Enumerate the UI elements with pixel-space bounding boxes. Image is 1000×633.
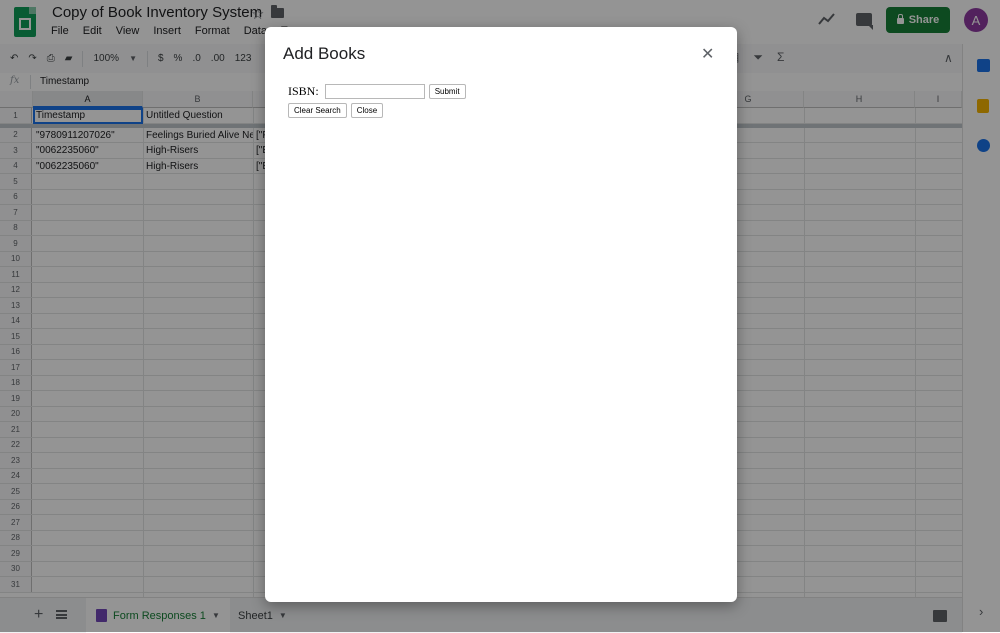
dialog-title: Add Books xyxy=(283,44,366,63)
submit-button[interactable]: Submit xyxy=(428,83,466,99)
close-icon[interactable]: ✕ xyxy=(701,46,714,64)
isbn-input[interactable] xyxy=(324,83,425,99)
clear-search-button[interactable]: Clear Search xyxy=(288,102,347,118)
add-books-dialog: Add Books ✕ ISBN: Submit Clear Search Cl… xyxy=(265,27,737,602)
close-button[interactable]: Close xyxy=(350,102,384,118)
isbn-form: ISBN: Submit Clear Search Close xyxy=(288,82,466,119)
isbn-label: ISBN: xyxy=(288,84,319,98)
